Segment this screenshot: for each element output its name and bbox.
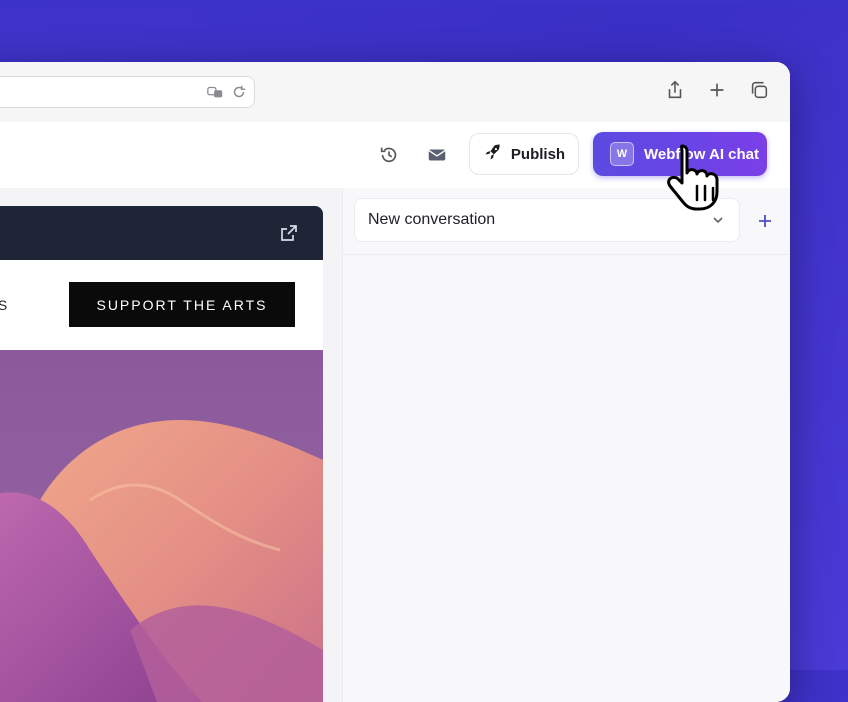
new-conversation-plus-icon[interactable] bbox=[756, 212, 774, 230]
nav-link[interactable]: IS bbox=[0, 297, 9, 313]
hand-cursor-icon bbox=[667, 144, 719, 211]
translate-icon[interactable] bbox=[206, 83, 224, 106]
new-tab-plus-icon[interactable] bbox=[705, 78, 729, 102]
publish-label: Publish bbox=[510, 145, 566, 163]
support-the-arts-button[interactable]: SUPPORT THE ARTS bbox=[69, 282, 295, 327]
site-preview: IS SUPPORT THE ARTS bbox=[0, 206, 323, 702]
hero-image bbox=[0, 350, 323, 702]
external-link-icon[interactable] bbox=[279, 223, 299, 243]
ai-chat-panel: New conversation bbox=[342, 188, 790, 702]
preview-header bbox=[0, 206, 323, 260]
rocket-icon bbox=[483, 142, 503, 166]
workspace: IS SUPPORT THE ARTS bbox=[0, 188, 790, 702]
address-bar-actions bbox=[206, 83, 248, 106]
mail-icon[interactable] bbox=[424, 142, 450, 168]
reload-icon[interactable] bbox=[230, 83, 248, 106]
publish-button[interactable]: Publish bbox=[469, 133, 579, 175]
webflow-logo-icon: W bbox=[610, 142, 634, 166]
site-navigation: IS SUPPORT THE ARTS bbox=[0, 260, 323, 350]
chevron-down-icon bbox=[713, 217, 723, 224]
browser-actions bbox=[663, 78, 771, 102]
history-icon[interactable] bbox=[376, 142, 402, 168]
browser-toolbar bbox=[0, 62, 790, 123]
menubar-background bbox=[0, 0, 848, 10]
tabs-overview-icon[interactable] bbox=[747, 78, 771, 102]
address-bar[interactable] bbox=[0, 76, 255, 108]
conversation-value: New conversation bbox=[368, 211, 496, 228]
share-icon[interactable] bbox=[663, 78, 687, 102]
